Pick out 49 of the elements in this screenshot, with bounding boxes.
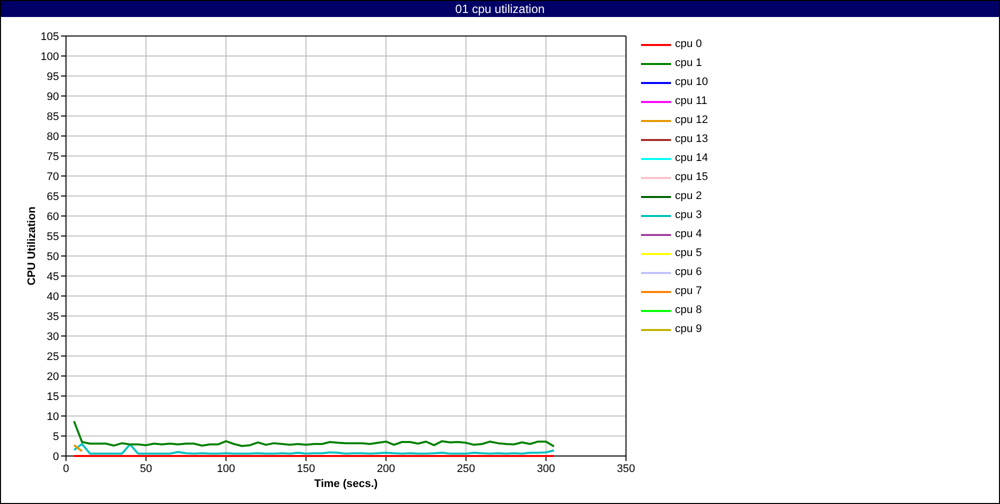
y-tick-label: 25 xyxy=(46,351,59,363)
legend-label: cpu 13 xyxy=(675,132,708,148)
y-tick-label: 40 xyxy=(46,291,59,303)
x-tick-label: 200 xyxy=(376,463,396,475)
y-tick-label: 10 xyxy=(46,411,59,423)
x-axis-title: Time (secs.) xyxy=(314,478,378,490)
y-tick-label: 0 xyxy=(52,451,59,463)
legend-label: cpu 10 xyxy=(675,75,708,90)
legend-label: cpu 3 xyxy=(675,208,702,224)
legend-label: cpu 7 xyxy=(675,284,702,300)
legend-label: cpu 2 xyxy=(675,189,702,204)
legend-label: cpu 1 xyxy=(675,56,702,72)
legend-label: cpu 12 xyxy=(675,113,708,128)
y-tick-label: 95 xyxy=(46,71,59,83)
x-tick-label: 150 xyxy=(296,463,316,475)
y-tick-label: 90 xyxy=(46,91,59,103)
legend-label: cpu 5 xyxy=(675,246,702,262)
y-tick-label: 5 xyxy=(52,431,59,443)
x-tick-label: 50 xyxy=(140,463,152,475)
y-tick-label: 35 xyxy=(46,311,59,323)
x-tick-label: 100 xyxy=(216,463,236,475)
x-tick-label: 250 xyxy=(456,463,476,475)
window-title: 01 cpu utilization xyxy=(1,1,999,17)
y-tick-label: 50 xyxy=(46,251,59,263)
y-tick-label: 105 xyxy=(40,31,59,43)
y-tick-label: 100 xyxy=(40,51,59,63)
legend-label: cpu 14 xyxy=(675,151,708,166)
x-tick-label: 350 xyxy=(616,463,636,475)
y-tick-label: 65 xyxy=(46,191,59,203)
y-tick-label: 85 xyxy=(46,111,59,123)
legend-label: cpu 8 xyxy=(675,303,702,318)
legend-label: cpu 11 xyxy=(675,94,708,110)
x-tick-label: 0 xyxy=(62,463,70,475)
y-axis-title: CPU Utilization xyxy=(26,206,38,286)
legend-label: cpu 15 xyxy=(675,170,708,186)
y-tick-label: 30 xyxy=(46,331,59,343)
legend-label: cpu 6 xyxy=(675,265,702,280)
y-tick-label: 45 xyxy=(46,271,59,283)
y-tick-label: 55 xyxy=(46,231,59,243)
y-tick-label: 80 xyxy=(46,131,59,143)
legend-label: cpu 0 xyxy=(675,37,702,52)
x-tick-label: 300 xyxy=(536,463,556,475)
y-tick-label: 70 xyxy=(46,171,59,183)
legend-label: cpu 9 xyxy=(675,322,702,338)
y-tick-label: 60 xyxy=(46,211,59,223)
y-tick-label: 75 xyxy=(46,151,59,163)
legend-label: cpu 4 xyxy=(675,227,702,242)
y-tick-label: 15 xyxy=(46,391,59,403)
y-tick-label: 20 xyxy=(46,371,59,383)
